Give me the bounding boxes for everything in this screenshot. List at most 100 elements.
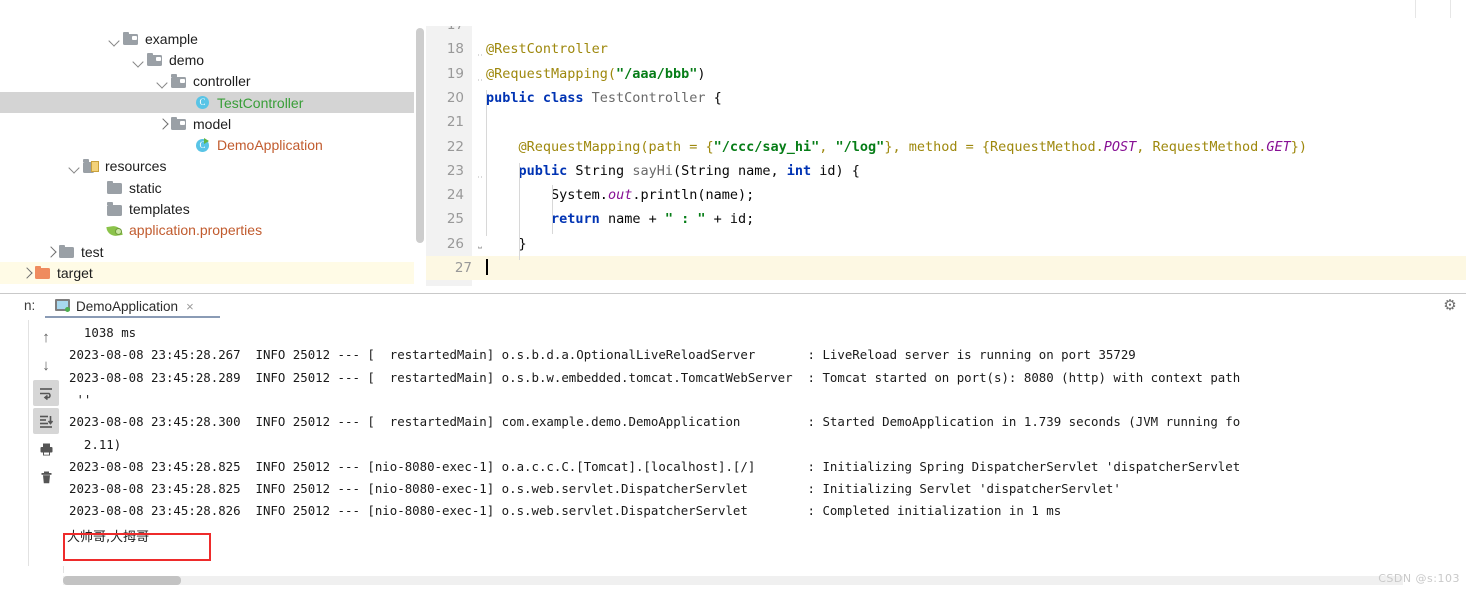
code-token: "/log": [835, 138, 885, 155]
code-token: POST: [1103, 138, 1137, 155]
indent-guide: [486, 89, 487, 236]
code-line[interactable]: return name + " : " + id;: [486, 207, 754, 231]
tree-item-templates[interactable]: templates: [0, 198, 414, 219]
tree-item-label: resources: [105, 158, 167, 175]
code-line[interactable]: [472, 256, 1466, 281]
chevron-down-icon[interactable]: [132, 54, 144, 66]
tree-item-demo[interactable]: demo: [0, 49, 414, 70]
chevron-right-icon[interactable]: [20, 267, 32, 279]
tree-item-label: test: [81, 243, 104, 260]
code-token: int: [786, 162, 820, 179]
code-line[interactable]: public class TestController {: [486, 86, 722, 110]
tree-item-label: static: [129, 179, 162, 196]
toolbar-divider-2: [1450, 0, 1451, 18]
folder-icon: [107, 202, 124, 217]
project-tree-scrollbar[interactable]: [414, 28, 425, 273]
code-token: out: [607, 187, 633, 204]
project-tree[interactable]: example demo controller C TestController mode…: [0, 28, 414, 293]
code-line[interactable]: @RequestMapping(path = {"/ccc/say_hi", "…: [486, 135, 1307, 159]
tree-item-target[interactable]: target: [0, 262, 414, 284]
code-token: {: [713, 89, 722, 106]
code-token: ,: [819, 138, 836, 155]
line-number: 17: [426, 26, 464, 37]
chevron-down-icon[interactable]: [68, 160, 80, 172]
clear-all-button[interactable]: [33, 464, 59, 490]
scroll-up-button[interactable]: ↑: [33, 324, 59, 350]
tree-item-testcontroller[interactable]: C TestController: [0, 91, 414, 114]
print-button[interactable]: [33, 436, 59, 462]
console-horizontal-scrollbar-thumb[interactable]: [63, 576, 181, 585]
tree-item-example[interactable]: example: [0, 28, 414, 49]
gear-icon[interactable]: ⚙: [1442, 298, 1458, 314]
console-log-line: 2.11): [69, 436, 122, 452]
tree-item-test[interactable]: test: [0, 241, 414, 262]
tree-item-label: DemoApplication: [217, 137, 323, 154]
scroll-to-end-button[interactable]: [33, 408, 59, 434]
editor-gutter[interactable]: 17 18 19 20 21 22 23 24 25 26 27: [426, 26, 472, 286]
console-log-line: 2023-08-08 23:45:28.825 INFO 25012 --- […: [69, 458, 1241, 474]
ide-window: example demo controller C TestController mode…: [0, 0, 1466, 594]
code-token: System.: [551, 187, 608, 204]
chevron-right-icon[interactable]: [156, 118, 168, 130]
run-tab-demoapplication[interactable]: DemoApplication ×: [55, 296, 194, 316]
tree-item-label: application.properties: [129, 222, 263, 239]
code-token: ): [697, 65, 706, 82]
code-line[interactable]: @RestController: [486, 37, 608, 61]
run-window-label: n:: [24, 298, 36, 313]
tree-item-static[interactable]: static: [0, 177, 414, 198]
line-number: 26: [446, 235, 464, 252]
code-fold-marker[interactable]: ⎵: [474, 232, 486, 256]
code-fold-marker[interactable]: ⎴: [474, 62, 486, 86]
code-editor[interactable]: 1718192021222324252627 */⎴@RestControlle…: [426, 26, 1466, 286]
line-number: 19: [446, 65, 464, 82]
close-icon[interactable]: ×: [186, 299, 194, 314]
project-tree-scrollbar-thumb[interactable]: [416, 28, 424, 243]
code-line[interactable]: public String sayHi(String name, int id)…: [486, 159, 860, 183]
code-token: (String name,: [672, 162, 787, 179]
soft-wrap-button[interactable]: [33, 380, 59, 406]
console-horizontal-scrollbar[interactable]: [63, 576, 1403, 585]
indent-guide: [552, 185, 553, 234]
code-token: "/aaa/bbb": [616, 65, 698, 82]
chevron-right-icon[interactable]: [44, 246, 56, 258]
console-toolbar[interactable]: ↑ ↓: [28, 320, 64, 570]
code-line[interactable]: }: [486, 232, 527, 256]
toolbar-divider-1: [1415, 0, 1416, 18]
tree-item-controller[interactable]: controller: [0, 71, 414, 92]
code-token: sayHi: [632, 162, 673, 179]
run-tab-active-underline: [45, 316, 220, 318]
tree-item-label: TestController: [217, 94, 304, 111]
console-log-line: '': [69, 391, 92, 407]
chevron-down-icon[interactable]: [108, 33, 120, 45]
line-number: 20: [446, 89, 464, 106]
line-number: 22: [446, 138, 464, 155]
tree-item-model[interactable]: model: [0, 113, 414, 134]
code-token: return: [551, 211, 608, 228]
tree-item-demoapplication[interactable]: C DemoApplication: [0, 134, 414, 155]
scroll-down-button[interactable]: ↓: [33, 352, 59, 378]
console-log-line: 2023-08-08 23:45:28.300 INFO 25012 --- […: [69, 414, 1241, 430]
code-fold-marker[interactable]: ⎴: [474, 159, 486, 183]
run-tool-window-header: n: DemoApplication × ⚙: [0, 294, 1466, 318]
code-token: name +: [607, 211, 665, 228]
package-icon: [171, 74, 188, 89]
chevron-down-icon[interactable]: [156, 75, 168, 87]
code-token: .println(name);: [632, 187, 755, 204]
code-line[interactable]: @RequestMapping("/aaa/bbb"): [486, 62, 705, 86]
code-token: String: [575, 162, 633, 179]
code-fold-marker[interactable]: ⎴: [474, 37, 486, 61]
line-number: 25: [446, 211, 464, 228]
tree-item-label: demo: [169, 51, 205, 68]
console-log-line: 1038 ms: [69, 325, 137, 340]
tree-item-label: controller: [193, 73, 251, 90]
console-log-line: 2023-08-08 23:45:28.826 INFO 25012 --- […: [69, 503, 1062, 519]
spring-properties-icon: [106, 223, 124, 238]
code-line[interactable]: System.out.println(name);: [486, 183, 754, 207]
tree-no-arrow: [92, 224, 104, 236]
tree-item-resources[interactable]: resources: [0, 156, 414, 177]
line-number: 23: [446, 162, 464, 179]
indent-guide: [519, 162, 520, 260]
program-output-text: 大帅哥,大拇哥: [67, 529, 150, 545]
console-output[interactable]: 1038 ms 2023-08-08 23:45:28.267 INFO 2501…: [63, 320, 1466, 570]
tree-item-application-properties[interactable]: application.properties: [0, 220, 414, 241]
